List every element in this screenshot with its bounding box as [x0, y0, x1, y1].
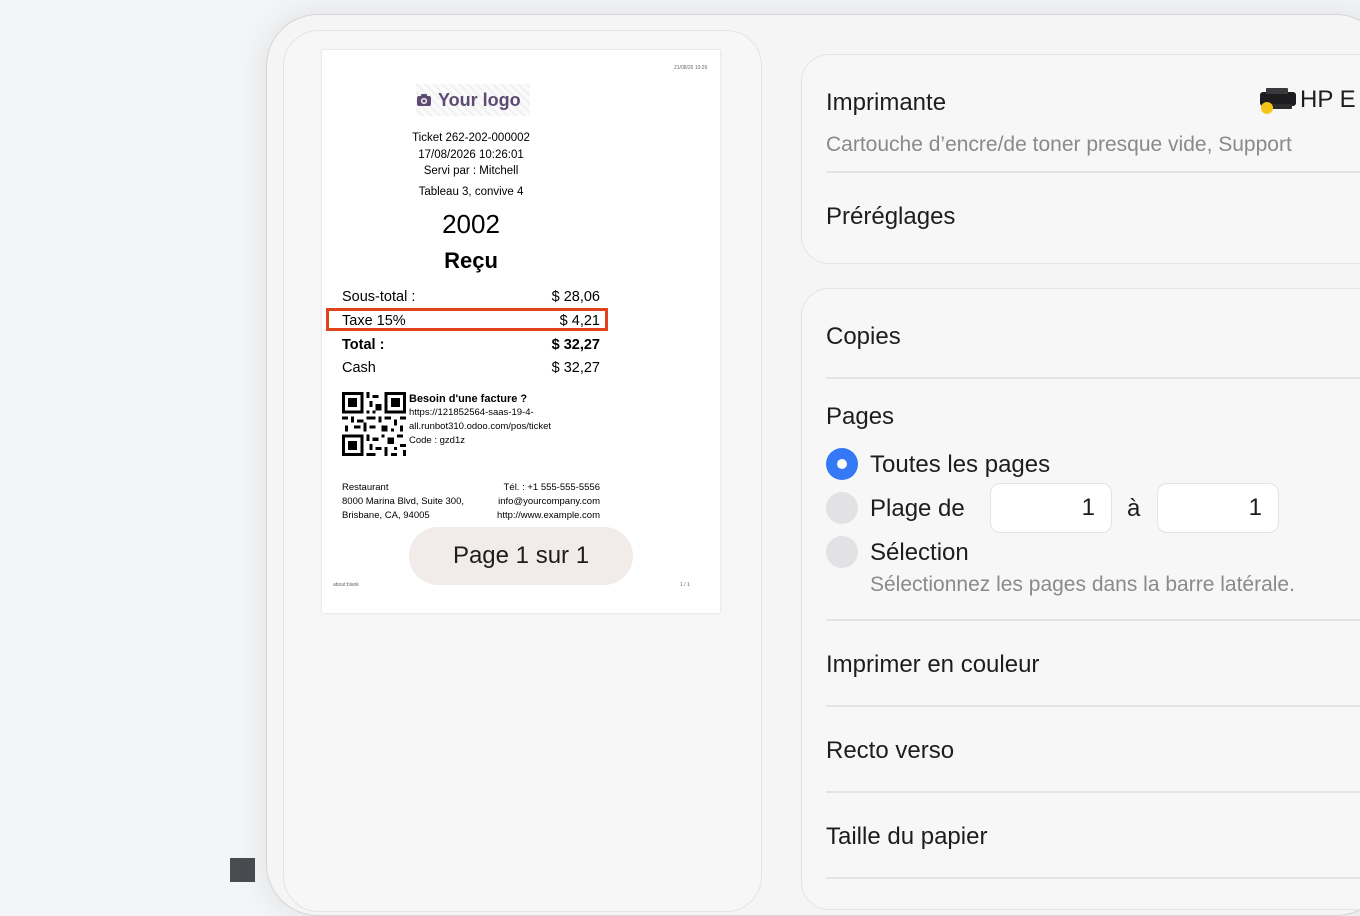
ticket-number: Ticket 262-202-000002 [412, 132, 530, 144]
row-value: $ 32,27 [551, 360, 600, 376]
divider [826, 171, 1360, 173]
options-card [801, 288, 1360, 910]
range-from-input[interactable] [990, 483, 1112, 533]
company-address-line-1: 8000 Marina Blvd, Suite 300, [342, 496, 464, 507]
divider [826, 705, 1360, 707]
company-address: Restaurant 8000 Marina Blvd, Suite 300, … [342, 481, 464, 523]
invoice-info: Besoin d'une facture ? https://121852564… [409, 392, 551, 448]
logo-text: Your logo [438, 89, 521, 110]
all-pages-radio[interactable] [826, 448, 858, 480]
page-range-label[interactable]: Plage de [870, 495, 965, 523]
served-by: Servi par : Mitchell [423, 165, 519, 177]
receipt-logo: Your logo [416, 84, 530, 116]
receipt-title: Reçu [444, 248, 498, 273]
invoice-code: Code : gzd1z [409, 435, 465, 446]
order-number: 2002 [442, 209, 500, 239]
row-value: $ 28,06 [551, 289, 600, 305]
company-website: http://www.example.com [497, 510, 600, 521]
duplex-label[interactable]: Recto verso [826, 737, 954, 765]
pages-label: Pages [826, 403, 895, 430]
company-phone: Tél. : +1 555-555-5556 [503, 482, 600, 493]
company-name: Restaurant [342, 482, 389, 493]
cash-row: Cash $ 32,27 [342, 360, 600, 376]
printer-selector[interactable]: HP E [1258, 86, 1356, 114]
divider [826, 791, 1360, 793]
ticket-datetime: 17/08/2026 10:26:01 [418, 149, 524, 161]
total-row: Total : $ 32,27 [342, 337, 600, 353]
company-address-line-2: Brisbane, CA, 94005 [342, 510, 430, 521]
table-info: Tableau 3, convive 4 [418, 186, 524, 198]
divider [826, 377, 1360, 379]
divider [826, 877, 1360, 879]
invoice-heading: Besoin d'une facture ? [409, 393, 528, 405]
printer-status: Cartouche d’encre/de toner presque vide,… [826, 133, 1292, 156]
preview-header-date: 21/08/26 10:26 [674, 65, 708, 71]
selection-hint: Sélectionnez les pages dans la barre lat… [870, 573, 1295, 596]
copies-label: Copies [826, 323, 901, 350]
invoice-url-line-1: https://121852564-saas-19-4- [409, 407, 534, 418]
all-pages-label[interactable]: Toutes les pages [870, 451, 1050, 479]
row-label: Cash [342, 360, 376, 376]
preview-footer-left: about:blank [333, 582, 359, 588]
preview-footer-right: 1 / 1 [680, 582, 690, 588]
range-to-input[interactable] [1157, 483, 1279, 533]
tax-row: Taxe 15% $ 4,21 [342, 313, 600, 329]
background-window-edge [230, 858, 255, 882]
printer-icon [1258, 86, 1298, 114]
subtotal-row: Sous-total : $ 28,06 [342, 289, 600, 305]
range-separator: à [1127, 495, 1141, 522]
divider [826, 619, 1360, 621]
page-range-radio[interactable] [826, 492, 858, 524]
qr-code-icon [342, 392, 406, 456]
company-contact: Tél. : +1 555-555-5556 info@yourcompany.… [490, 481, 600, 523]
row-value: $ 4,21 [559, 313, 600, 329]
selection-radio[interactable] [826, 536, 858, 568]
selection-label[interactable]: Sélection [870, 539, 969, 567]
row-label: Sous-total : [342, 289, 416, 305]
row-label: Taxe 15% [342, 313, 406, 329]
print-color-label[interactable]: Imprimer en couleur [826, 651, 1039, 679]
paper-size-label[interactable]: Taille du papier [826, 823, 987, 851]
row-label: Total : [342, 337, 385, 353]
presets-label[interactable]: Préréglages [826, 203, 955, 231]
printer-name: HP E [1300, 86, 1356, 113]
company-email: info@yourcompany.com [498, 496, 600, 507]
printer-label: Imprimante [826, 89, 947, 116]
camera-icon [417, 94, 431, 106]
invoice-url-line-2: all.runbot310.odoo.com/pos/ticket [409, 421, 552, 432]
row-value: $ 32,27 [551, 337, 600, 353]
page-indicator: Page 1 sur 1 [409, 527, 633, 585]
